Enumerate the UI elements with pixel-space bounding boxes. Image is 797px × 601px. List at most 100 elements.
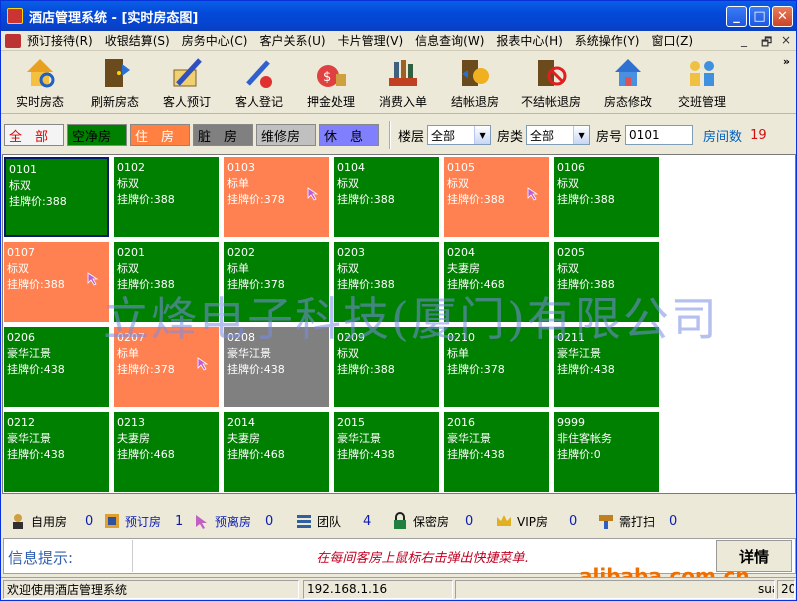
mdi-close-button[interactable]: × [781, 33, 791, 47]
menu-bar: 预订接待(R) 收银结算(S) 房务中心(C) 客户关系(U) 卡片管理(V) … [1, 31, 796, 51]
maximize-button[interactable]: □ [749, 6, 770, 27]
room-tile[interactable]: 0202 标单 挂牌价:378 [224, 242, 329, 322]
deposit-button[interactable]: $ 押金处理 [295, 52, 367, 114]
room-tile[interactable]: 0208 豪华江景 挂牌价:438 [224, 327, 329, 407]
menu-window[interactable]: 窗口(Z) [646, 32, 700, 49]
status-ip: 192.168.1.16 [303, 579, 453, 599]
room-number-input[interactable]: 0101 [625, 125, 694, 145]
room-status-grid: 0101 标双 挂牌价:388 0102 标双 挂牌价:388 0103 标单 挂牌价:378 0… [2, 154, 796, 494]
room-price-row: 挂牌价:438 [447, 447, 546, 463]
room-tile[interactable]: 0212 豪华江景 挂牌价:438 [4, 412, 109, 492]
room-number: 0213 [117, 416, 145, 429]
status-bar: 欢迎使用酒店管理系统 192.168.1.16 suaiife 20 [1, 577, 796, 600]
room-price: 378 [153, 363, 175, 376]
room-tile[interactable]: 0205 标双 挂牌价:388 [554, 242, 659, 322]
room-tile[interactable]: 2015 豪华江景 挂牌价:438 [334, 412, 439, 492]
checkout-without-payment-button[interactable]: 不结帐退房 [511, 52, 591, 114]
counter-booked[interactable]: 预订房 1 [103, 506, 183, 536]
menu-cards[interactable]: 卡片管理(V) [332, 32, 410, 49]
counter-self-use[interactable]: 自用房 0 [9, 506, 93, 536]
room-type: 豪华江景 [337, 432, 381, 445]
room-type: 夫妻房 [117, 432, 150, 445]
pencil-booking-icon [170, 55, 204, 91]
menu-query[interactable]: 信息查询(W) [409, 32, 490, 49]
room-tile[interactable]: 0204 夫妻房 挂牌价:468 [444, 242, 549, 322]
guest-register-button[interactable]: 客人登记 [223, 52, 295, 114]
menu-housekeeping[interactable]: 房务中心(C) [176, 32, 254, 49]
menu-system[interactable]: 系统操作(Y) [569, 32, 646, 49]
room-price-row: 挂牌价:388 [9, 194, 104, 210]
legend-maintenance[interactable]: 维修房 [256, 124, 316, 146]
room-tile[interactable]: 0103 标单 挂牌价:378 [224, 157, 329, 237]
counter-confidential[interactable]: 保密房 0 [391, 506, 473, 536]
room-tile[interactable]: 2016 豪华江景 挂牌价:438 [444, 412, 549, 492]
checkout-icon [458, 55, 492, 91]
room-tile[interactable]: 0210 标单 挂牌价:378 [444, 327, 549, 407]
room-tile[interactable]: 0201 标双 挂牌价:388 [114, 242, 219, 322]
counter-needs-cleaning[interactable]: 需打扫 0 [597, 506, 677, 536]
consumption-entry-button[interactable]: 消费入单 [367, 52, 439, 114]
room-tile[interactable]: 0203 标双 挂牌价:388 [334, 242, 439, 322]
mdi-minimize-button[interactable]: _ [741, 33, 747, 47]
room-tile[interactable]: 0106 标双 挂牌价:388 [554, 157, 659, 237]
legend-vacant-clean[interactable]: 空净房 [67, 124, 127, 146]
room-tile[interactable]: 0209 标双 挂牌价:388 [334, 327, 439, 407]
hotel-icon [5, 33, 21, 48]
guest-booking-button[interactable]: 客人预订 [151, 52, 223, 114]
counter-vip[interactable]: VIP房 0 [495, 506, 577, 536]
floor-select[interactable]: 全部 ▼ [427, 125, 492, 145]
room-price: 468 [153, 448, 175, 461]
room-price: 388 [373, 193, 395, 206]
room-price: 388 [43, 278, 65, 291]
room-type-select[interactable]: 全部 ▼ [526, 125, 591, 145]
room-price-row: 挂牌价:468 [447, 277, 546, 293]
minimize-button[interactable]: _ [726, 6, 747, 27]
room-price: 388 [45, 195, 67, 208]
room-tile[interactable]: 9999 非住客帐务 挂牌价:0 [554, 412, 659, 492]
room-number: 0204 [447, 246, 475, 259]
legend-dirty[interactable]: 脏 房 [193, 124, 253, 146]
menu-reports[interactable]: 报表中心(H) [490, 32, 568, 49]
price-label: 挂牌价: [447, 363, 484, 376]
room-tile[interactable]: 0207 标单 挂牌价:378 [114, 327, 219, 407]
room-tile[interactable]: 0105 标双 挂牌价:388 [444, 157, 549, 237]
counter-due-out[interactable]: 预离房 0 [193, 506, 273, 536]
checkout-button[interactable]: 结帐退房 [439, 52, 511, 114]
menu-reception[interactable]: 预订接待(R) [21, 32, 99, 49]
room-price-row: 挂牌价:388 [557, 277, 656, 293]
room-tile[interactable]: 0211 豪华江景 挂牌价:438 [554, 327, 659, 407]
room-tile[interactable]: 0213 夫妻房 挂牌价:468 [114, 412, 219, 492]
room-price: 438 [593, 363, 615, 376]
occupied-cursor-icon [197, 357, 209, 371]
house-edit-icon [611, 55, 645, 91]
menu-crm[interactable]: 客户关系(U) [253, 32, 331, 49]
room-tile[interactable]: 0102 标双 挂牌价:388 [114, 157, 219, 237]
price-label: 挂牌价: [9, 195, 46, 208]
room-type: 标双 [337, 177, 359, 190]
toolbar-more-button[interactable]: » [783, 55, 790, 68]
counter-group[interactable]: 团队 4 [295, 506, 371, 536]
mdi-restore-button[interactable]: 🗗 [761, 33, 772, 54]
close-button[interactable]: ✕ [772, 6, 793, 27]
self-use-icon [13, 514, 23, 529]
refresh-status-button[interactable]: 刷新房态 [79, 52, 151, 114]
price-label: 挂牌价: [557, 193, 594, 206]
shift-handover-button[interactable]: 交班管理 [665, 52, 739, 114]
room-tile[interactable]: 2014 夫妻房 挂牌价:468 [224, 412, 329, 492]
menu-cashier[interactable]: 收银结算(S) [99, 32, 176, 49]
legend-resting[interactable]: 休 息 [319, 124, 379, 146]
legend-all[interactable]: 全 部 [4, 124, 64, 146]
room-number: 0203 [337, 246, 365, 259]
room-tile[interactable]: 0104 标双 挂牌价:388 [334, 157, 439, 237]
no-checkout-icon [534, 55, 568, 91]
room-price-row: 挂牌价:378 [447, 362, 546, 378]
legend-occupied[interactable]: 住 房 [130, 124, 190, 146]
realtime-status-button[interactable]: 实时房态 [1, 52, 79, 114]
room-tile[interactable]: 0107 标双 挂牌价:388 [4, 242, 109, 322]
handover-icon [685, 55, 719, 91]
room-status-edit-button[interactable]: 房态修改 [591, 52, 665, 114]
price-label: 挂牌价: [337, 363, 374, 376]
room-tile[interactable]: 0206 豪华江景 挂牌价:438 [4, 327, 109, 407]
room-tile[interactable]: 0101 标双 挂牌价:388 [4, 157, 109, 237]
price-label: 挂牌价: [447, 193, 484, 206]
